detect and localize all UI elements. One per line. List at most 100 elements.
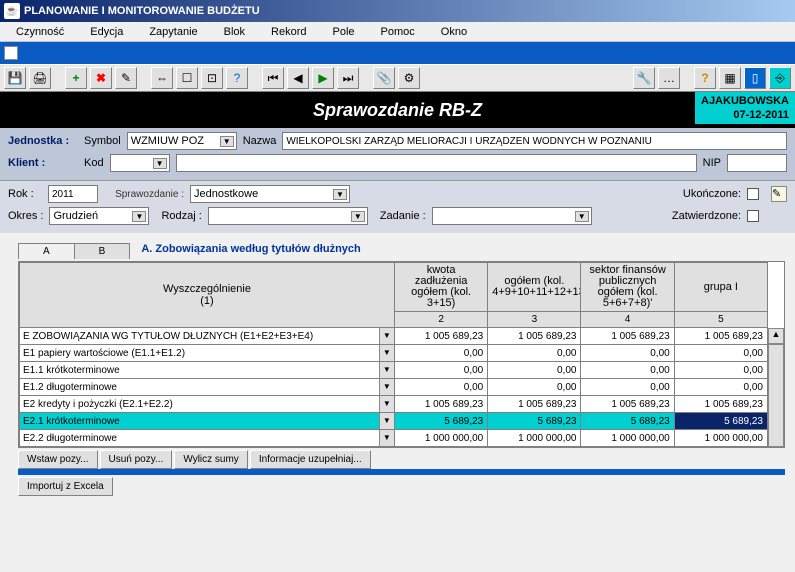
scrollbar-track[interactable]	[768, 344, 784, 447]
menu-zapytanie[interactable]: Zapytanie	[137, 24, 209, 40]
cell[interactable]: 0,00	[581, 362, 674, 379]
row-name-input[interactable]	[20, 430, 379, 446]
last-icon[interactable]: ⏭	[337, 67, 359, 89]
cell[interactable]: 1 005 689,23	[674, 396, 767, 413]
row-name-cell[interactable]: ▼	[20, 379, 395, 396]
row-name-cell[interactable]: ▼	[20, 430, 395, 447]
help-icon[interactable]: ?	[226, 67, 248, 89]
row-name-input[interactable]	[20, 396, 379, 412]
cell[interactable]: 0,00	[395, 345, 488, 362]
list-icon[interactable]: ▯	[744, 67, 766, 89]
table-row[interactable]: ▼1 005 689,231 005 689,231 005 689,231 0…	[20, 396, 768, 413]
table-row[interactable]: ▼0,000,000,000,00	[20, 345, 768, 362]
menu-rekord[interactable]: Rekord	[259, 24, 318, 40]
nazwa-input[interactable]	[282, 132, 787, 150]
save-icon[interactable]: 💾	[4, 67, 26, 89]
cell[interactable]: 0,00	[395, 362, 488, 379]
cell[interactable]: 0,00	[581, 379, 674, 396]
info-button[interactable]: Informacje uzupełniaj...	[250, 450, 371, 469]
cell[interactable]: 1 000 000,00	[488, 430, 581, 447]
dropdown-icon[interactable]: ▼	[379, 345, 394, 361]
dropdown-icon[interactable]: ▼	[379, 362, 394, 378]
table-row[interactable]: ▼1 000 000,001 000 000,001 000 000,001 0…	[20, 430, 768, 447]
row-name-input[interactable]	[20, 413, 379, 429]
table-row[interactable]: ▼1 005 689,231 005 689,231 005 689,231 0…	[20, 328, 768, 345]
symbol-combo[interactable]: WZMIUW POZ	[127, 132, 237, 150]
cell[interactable]: 1 005 689,23	[581, 328, 674, 345]
menu-pole[interactable]: Pole	[321, 24, 367, 40]
help2-icon[interactable]: ?	[694, 67, 716, 89]
tab-b[interactable]: B	[74, 243, 131, 259]
nav1-icon[interactable]: ⇔	[151, 67, 173, 89]
cell[interactable]: 0,00	[395, 379, 488, 396]
clear-icon[interactable]: ✎	[115, 67, 137, 89]
table-row[interactable]: ▼0,000,000,000,00	[20, 362, 768, 379]
zadanie-combo[interactable]	[432, 207, 592, 225]
row-name-cell[interactable]: ▼	[20, 345, 395, 362]
cell[interactable]: 5 689,23	[488, 413, 581, 430]
next-icon[interactable]: ▶	[312, 67, 334, 89]
menu-pomoc[interactable]: Pomoc	[369, 24, 427, 40]
delete-icon[interactable]: ✖	[90, 67, 112, 89]
cell[interactable]: 1 000 000,00	[674, 430, 767, 447]
row-name-cell[interactable]: ▼	[20, 396, 395, 413]
row-name-cell[interactable]: ▼	[20, 413, 395, 430]
cell[interactable]: 1 005 689,23	[488, 328, 581, 345]
tool-icon[interactable]: ⚙	[398, 67, 420, 89]
cell[interactable]: 1 005 689,23	[581, 396, 674, 413]
row-name-cell[interactable]: ▼	[20, 362, 395, 379]
cell[interactable]: 5 689,23	[674, 413, 767, 430]
dropdown-icon[interactable]: ▼	[379, 396, 394, 412]
nav2-icon[interactable]: ☐	[176, 67, 198, 89]
table-row[interactable]: ▼5 689,235 689,235 689,235 689,23	[20, 413, 768, 430]
rodzaj-combo[interactable]	[208, 207, 368, 225]
cell[interactable]: 0,00	[581, 345, 674, 362]
more-icon[interactable]: …	[658, 67, 680, 89]
cell[interactable]: 1 005 689,23	[395, 328, 488, 345]
cell[interactable]: 1 000 000,00	[581, 430, 674, 447]
menu-blok[interactable]: Blok	[212, 24, 257, 40]
kod-combo[interactable]	[110, 154, 170, 172]
dropdown-icon[interactable]: ▼	[379, 413, 394, 429]
row-name-input[interactable]	[20, 328, 379, 344]
save-window-icon[interactable]	[4, 46, 18, 60]
tab-a[interactable]: A	[18, 243, 75, 259]
edit-pencil-icon[interactable]: ✎	[771, 186, 787, 202]
cell[interactable]: 0,00	[674, 362, 767, 379]
grid-icon[interactable]: ▦	[719, 67, 741, 89]
cell[interactable]: 0,00	[488, 362, 581, 379]
attach-icon[interactable]: 📎	[373, 67, 395, 89]
zatwierdzone-checkbox[interactable]	[747, 210, 759, 222]
menu-edycja[interactable]: Edycja	[78, 24, 135, 40]
prev-icon[interactable]: ◀	[287, 67, 309, 89]
table-row[interactable]: ▼0,000,000,000,00	[20, 379, 768, 396]
cell[interactable]: 0,00	[488, 379, 581, 396]
row-name-input[interactable]	[20, 379, 379, 395]
klient-input[interactable]	[176, 154, 697, 172]
cell[interactable]: 0,00	[674, 379, 767, 396]
misc1-icon[interactable]: 🔧	[633, 67, 655, 89]
cell[interactable]: 0,00	[674, 345, 767, 362]
wstaw-button[interactable]: Wstaw pozy...	[18, 450, 98, 469]
import-button[interactable]: Importuj z Excela	[18, 477, 113, 496]
cell[interactable]: 0,00	[488, 345, 581, 362]
menu-okno[interactable]: Okno	[429, 24, 479, 40]
okres-combo[interactable]: Grudzień	[49, 207, 149, 225]
nip-input[interactable]	[727, 154, 787, 172]
dropdown-icon[interactable]: ▼	[379, 379, 394, 395]
cell[interactable]: 5 689,23	[581, 413, 674, 430]
print-icon[interactable]: 🖨	[29, 67, 51, 89]
nav3-icon[interactable]: ⊡	[201, 67, 223, 89]
menu-czynnosc[interactable]: Czynność	[4, 24, 76, 40]
row-name-input[interactable]	[20, 345, 379, 361]
usun-button[interactable]: Usuń pozy...	[100, 450, 173, 469]
dropdown-icon[interactable]: ▼	[379, 430, 394, 446]
sprawozdanie-combo[interactable]: Jednostkowe	[190, 185, 350, 203]
cell[interactable]: 1 005 689,23	[674, 328, 767, 345]
cell[interactable]: 5 689,23	[395, 413, 488, 430]
first-icon[interactable]: ⏮	[262, 67, 284, 89]
dropdown-icon[interactable]: ▼	[379, 328, 394, 344]
rok-input[interactable]	[48, 185, 98, 203]
cell[interactable]: 1 000 000,00	[395, 430, 488, 447]
exit-icon[interactable]: ⎆	[769, 67, 791, 89]
